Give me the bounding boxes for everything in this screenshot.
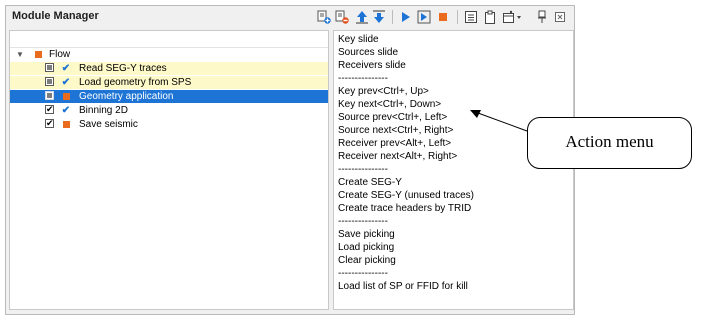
- callout-text: Action menu: [565, 132, 654, 151]
- action-menu-callout: Action menu: [527, 117, 692, 169]
